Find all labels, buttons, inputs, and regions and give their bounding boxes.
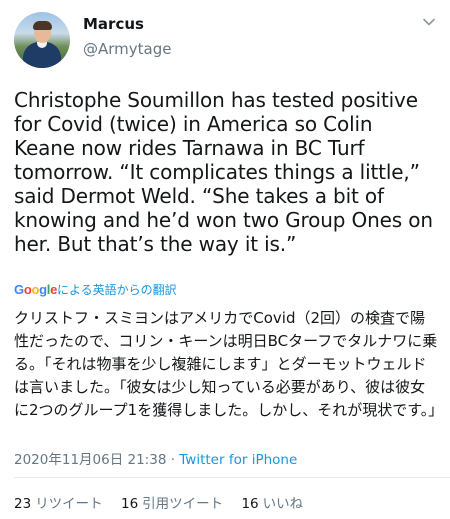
- quotes-count: 16: [120, 496, 139, 512]
- timestamp[interactable]: 2020年11月06日 21:38: [14, 452, 166, 468]
- display-name[interactable]: Marcus: [83, 15, 144, 33]
- user-handle[interactable]: @Armytage: [83, 40, 171, 58]
- retweets-stat[interactable]: 23 リツイート: [14, 496, 103, 512]
- chevron-down-icon[interactable]: [421, 14, 437, 30]
- avatar-hair-shape: [33, 21, 52, 30]
- meta-separator: ·: [166, 452, 180, 468]
- engagement-stats: 23 リツイート 16 引用ツイート 16 いいね: [14, 492, 317, 512]
- divider: [14, 477, 450, 478]
- translated-text: クリストフ・スミヨンはアメリカでCovid（2回）の検査で陽性だったので、コリン…: [14, 309, 444, 419]
- tweet-text: Christophe Soumillon has tested positive…: [14, 88, 433, 256]
- source-link[interactable]: Twitter for iPhone: [179, 452, 297, 468]
- likes-count: 16: [241, 496, 259, 512]
- translation-attribution[interactable]: Googleによる英語からの翻訳: [14, 281, 177, 298]
- retweets-label: リツイート: [35, 496, 103, 512]
- likes-stat[interactable]: 16 いいね: [241, 496, 303, 512]
- google-logo: Google: [14, 282, 58, 297]
- avatar[interactable]: [14, 12, 70, 68]
- tweet-meta: 2020年11月06日 21:38 · Twitter for iPhone: [14, 448, 297, 468]
- likes-label: いいね: [262, 496, 304, 512]
- quotes-label: 引用ツイート: [142, 496, 224, 512]
- quote-tweets-stat[interactable]: 16 引用ツイート: [121, 496, 223, 512]
- retweets-count: 23: [14, 496, 32, 512]
- translation-label: による英語からの翻訳: [57, 283, 177, 297]
